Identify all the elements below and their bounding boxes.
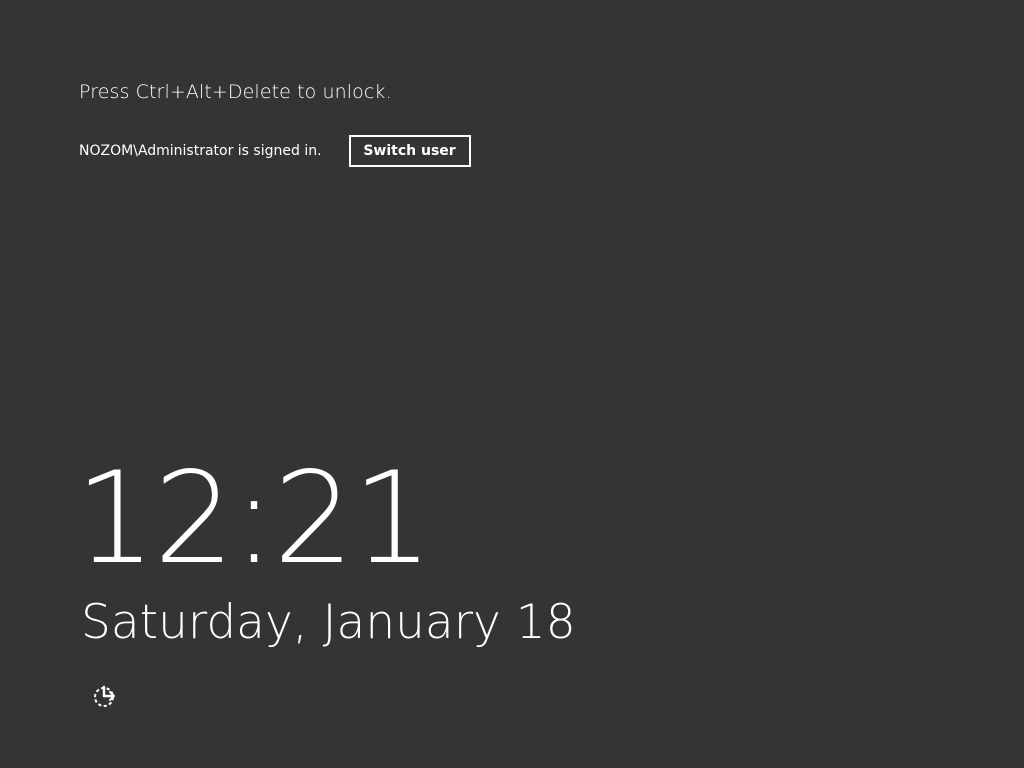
ease-of-access-button[interactable] [88, 680, 120, 712]
clock-time: 12:21 [75, 444, 433, 592]
signed-in-message: NOZOM\Administrator is signed in. [79, 143, 322, 159]
signed-in-row: NOZOM\Administrator is signed in. Switch… [79, 135, 471, 167]
ease-of-access-icon [94, 685, 115, 707]
clock-date: Saturday, January 18 [81, 595, 576, 650]
unlock-prompt: Press Ctrl+Alt+Delete to unlock. [79, 81, 392, 103]
switch-user-button[interactable]: Switch user [348, 135, 471, 167]
lock-screen: Press Ctrl+Alt+Delete to unlock. NOZOM\A… [0, 0, 1024, 768]
